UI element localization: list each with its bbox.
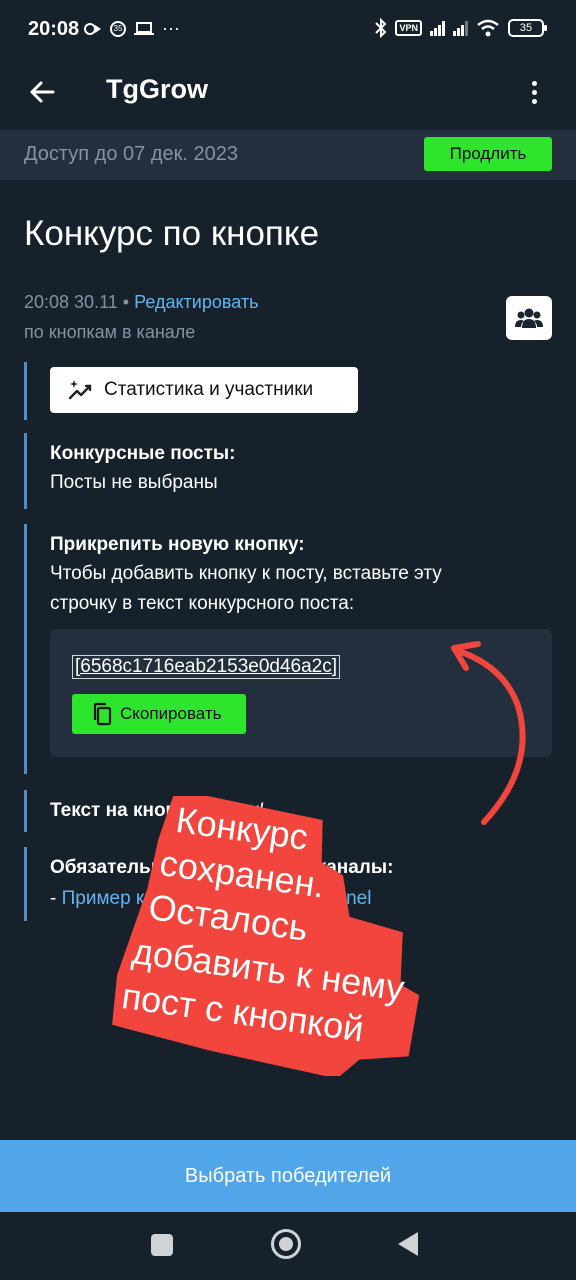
annotation-note: Конкурс сохранен. Осталось добавить к не…: [112, 796, 420, 1076]
kebab-dot: [531, 98, 537, 104]
copy-icon: [93, 702, 112, 726]
kebab-dot: [531, 80, 537, 86]
meta-time: 20:08 30.11: [24, 292, 118, 312]
contest-type: по кнопкам в канале: [24, 322, 196, 342]
attach-instructions-2: строчку в текст конкурсного поста:: [50, 593, 355, 614]
choose-winners-button[interactable]: Выбрать победителей: [0, 1140, 576, 1212]
page-title: Конкурс по кнопке: [24, 214, 320, 253]
posts-block: [24, 433, 27, 509]
button-text-block: [24, 790, 27, 832]
button-code[interactable]: [6568c1716eab2153e0d46a2c]: [72, 655, 341, 679]
back-triangle-icon[interactable]: [398, 1232, 418, 1256]
back-button[interactable]: [22, 72, 62, 112]
posts-value: Посты не выбраны: [50, 472, 218, 493]
posts-label: Конкурсные посты:: [50, 443, 236, 464]
bluetooth-icon: [375, 18, 387, 38]
access-banner: Доступ до 07 дек. 2023 Продлить: [0, 130, 576, 180]
meta-line: 20:08 30.11 • Редактировать: [24, 292, 258, 313]
home-icon[interactable]: [271, 1229, 301, 1259]
app-bar: TgGrow: [0, 60, 576, 130]
group-icon: [515, 308, 543, 328]
attach-instructions-1: Чтобы добавить кнопку к посту, вставьте …: [50, 563, 442, 584]
status-left-icons: 35 ···: [84, 18, 180, 39]
arrow-left-icon: [30, 81, 55, 103]
status-time: 20:08: [28, 18, 80, 40]
more-menu-button[interactable]: [514, 72, 554, 112]
notification-badge-icon: 35: [110, 20, 126, 37]
status-bar: 20:08 35 ··· VPN 35: [0, 0, 576, 60]
copy-button[interactable]: Скопировать: [72, 694, 246, 734]
more-notifications-icon: ···: [162, 18, 180, 38]
attach-label: Прикрепить новую кнопку:: [50, 534, 305, 555]
signal-icon-2: [453, 20, 468, 36]
stats-button-label: Статистика и участники: [104, 379, 314, 400]
extend-button[interactable]: Продлить: [424, 137, 552, 171]
laptop-icon: [134, 21, 154, 35]
app-title: TgGrow: [106, 74, 208, 104]
access-until-text: Доступ до 07 дек. 2023: [24, 143, 238, 165]
vpn-icon: VPN: [395, 20, 422, 36]
app-notification-icon: [84, 22, 101, 35]
battery-icon: 35: [508, 19, 547, 37]
stats-block: [24, 362, 27, 420]
system-nav-bar: [0, 1212, 576, 1280]
meta-separator: •: [122, 292, 130, 312]
home-icon-dot: [279, 1237, 293, 1251]
attach-block: [24, 524, 27, 774]
recents-icon[interactable]: [151, 1234, 173, 1256]
sparkle-chart-icon: [68, 380, 92, 400]
annotation-arrow: [451, 641, 526, 825]
subscriptions-block: [24, 847, 27, 921]
signal-icon-1: [430, 20, 445, 36]
copy-button-label: Скопировать: [120, 704, 222, 723]
status-right-icons: VPN 35: [375, 18, 547, 38]
participants-button[interactable]: [506, 296, 552, 340]
wifi-icon: [477, 19, 499, 37]
subscription-dash: -: [50, 888, 57, 909]
stats-participants-button[interactable]: Статистика и участники: [50, 367, 358, 413]
kebab-dot: [531, 89, 537, 95]
edit-link[interactable]: Редактировать: [134, 292, 258, 312]
